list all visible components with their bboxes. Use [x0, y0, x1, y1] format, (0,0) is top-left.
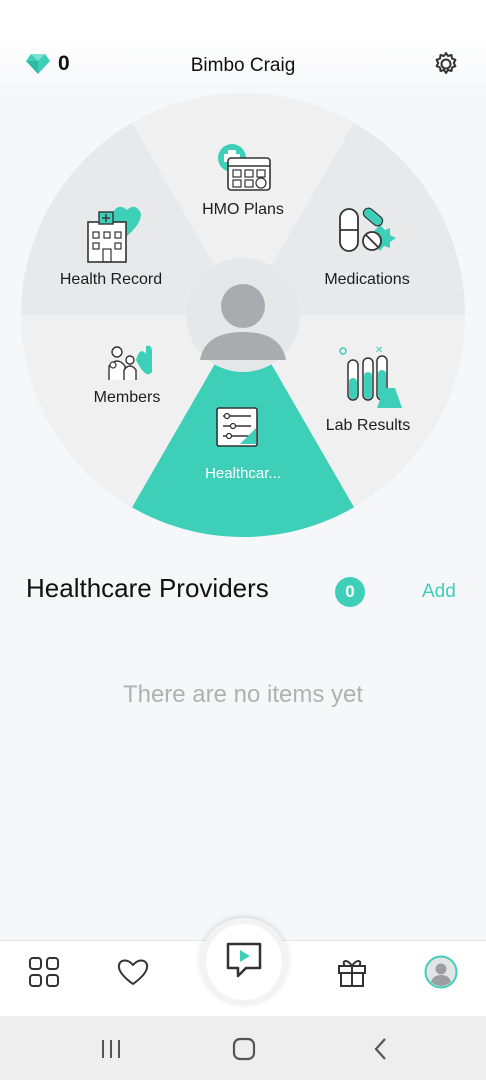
user-avatar-icon[interactable] — [186, 258, 300, 372]
grid-icon[interactable] — [27, 955, 61, 989]
heart-icon[interactable] — [116, 955, 150, 989]
section-title: Healthcare Providers — [26, 573, 269, 603]
play-chat-button[interactable] — [200, 918, 288, 1006]
segment-label-members: Members — [93, 389, 161, 406]
count-badge: 0 — [335, 577, 365, 607]
segment-label-healthcare: Healthcar... — [205, 465, 281, 482]
back-icon[interactable] — [368, 1036, 394, 1062]
empty-state-text: There are no items yet — [122, 681, 364, 708]
recents-icon[interactable] — [98, 1036, 124, 1062]
home-icon[interactable] — [231, 1036, 257, 1062]
segment-label-lab-results: Lab Results — [325, 417, 411, 434]
provider-list-icon — [216, 407, 258, 447]
play-chat-icon — [226, 942, 262, 978]
system-nav-bar — [0, 1016, 486, 1080]
segment-label-medications: Medications — [324, 271, 410, 288]
segment-label-hmo-plans: HMO Plans — [202, 201, 284, 218]
gift-icon[interactable] — [335, 955, 369, 989]
svg-text:✕: ✕ — [375, 345, 383, 356]
profile-icon[interactable] — [424, 955, 458, 989]
segment-label-health-record: Health Record — [59, 271, 163, 288]
add-button[interactable]: Add — [422, 581, 456, 603]
